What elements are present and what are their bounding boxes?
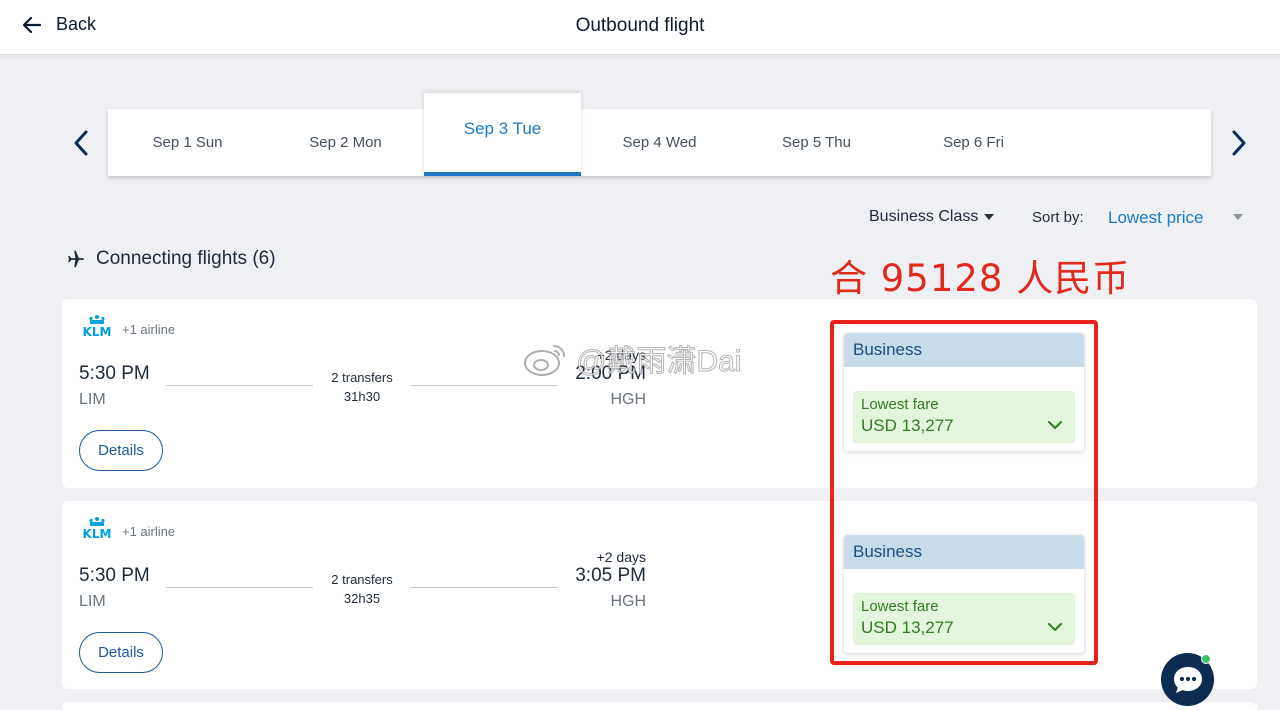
caret-down-icon: [984, 214, 995, 220]
route-line: [166, 587, 313, 588]
chevron-left-icon: [74, 130, 88, 156]
klm-logo-icon: KLM: [83, 517, 112, 539]
arrival-time: 3:05 PM: [575, 565, 646, 586]
arrival-time: 2:00 PM: [575, 363, 646, 384]
online-status-dot: [1201, 654, 1211, 664]
flight-card: KLM +1 airline 5:30 PM LIM 2 transfers 3…: [62, 501, 1257, 689]
caret-down-icon[interactable]: [1233, 214, 1243, 220]
section-heading: Connecting flights (6): [64, 248, 276, 270]
airline-info: KLM +1 airline: [78, 515, 175, 539]
fare-price: USD 13,277: [861, 618, 954, 637]
route-line: [166, 385, 313, 386]
chevron-down-icon[interactable]: [1047, 621, 1063, 633]
airline-info: KLM +1 airline: [78, 313, 175, 337]
next-dates-button[interactable]: [1224, 128, 1252, 158]
sort-select[interactable]: Lowest price: [1108, 208, 1203, 228]
route-line: [411, 587, 558, 588]
flight-duration: 31h30: [343, 389, 381, 404]
departure-time: 5:30 PM: [79, 363, 150, 384]
fare-option[interactable]: Business Lowest fare USD 13,277: [844, 333, 1084, 451]
cabin-class-value: Business Class: [869, 208, 979, 225]
flight-card: KLM +1 airline 5:30 PM LIM 2 transfers 3…: [62, 299, 1257, 488]
svg-text:KLM: KLM: [83, 527, 112, 539]
fare-cabin: Business: [844, 333, 1084, 367]
fare-price: USD 13,277: [861, 416, 954, 435]
price-annotation: 合 95128 人民币: [830, 257, 1131, 300]
departure-airport: LIM: [79, 593, 106, 610]
fare-details: Lowest fare USD 13,277: [853, 593, 1075, 645]
fare-option[interactable]: Business Lowest fare USD 13,277: [844, 535, 1084, 653]
date-tab[interactable]: Sep 6 Fri: [895, 109, 1052, 176]
chat-bubble-icon: [1173, 666, 1202, 693]
date-tab-selected[interactable]: Sep 3 Tue: [424, 93, 581, 176]
route-line: [411, 385, 558, 386]
date-tab[interactable]: Sep 2 Mon: [267, 109, 424, 176]
details-button[interactable]: Details: [79, 430, 163, 471]
transfer-count: 2 transfers: [331, 572, 393, 587]
flight-card-partial: [62, 702, 1257, 710]
airplane-icon: [68, 250, 84, 268]
flight-duration: 32h35: [343, 591, 381, 606]
sort-label: Sort by:: [1032, 209, 1084, 226]
arrival-airport: HGH: [610, 593, 646, 610]
prev-dates-button[interactable]: [68, 128, 96, 158]
date-tab[interactable]: Sep 5 Thu: [738, 109, 895, 176]
svg-text:KLM: KLM: [83, 325, 112, 337]
airline-extra: +1 airline: [122, 524, 176, 539]
departure-time: 5:30 PM: [79, 565, 150, 586]
top-bar: Back Outbound flight: [0, 0, 1280, 55]
airline-extra: +1 airline: [122, 322, 176, 337]
fare-cabin: Business: [844, 535, 1084, 569]
date-tab[interactable]: Sep 1 Sun: [108, 109, 267, 176]
departure-airport: LIM: [79, 391, 106, 408]
fare-label: Lowest fare: [861, 598, 939, 615]
arrival-airport: HGH: [610, 391, 646, 408]
section-title: Connecting flights (6): [96, 248, 276, 269]
transfer-info: 2 transfers 31h30: [314, 368, 410, 406]
transfer-count: 2 transfers: [331, 370, 393, 385]
cabin-class-select[interactable]: Business Class: [869, 208, 995, 226]
arrival-days-offset: +2 days: [596, 347, 646, 363]
date-tab[interactable]: Sep 4 Wed: [581, 109, 738, 176]
details-button[interactable]: Details: [79, 632, 163, 673]
fare-label: Lowest fare: [861, 396, 939, 413]
transfer-info: 2 transfers 32h35: [314, 570, 410, 608]
chevron-right-icon: [1232, 130, 1246, 156]
arrival-days-offset: +2 days: [596, 549, 646, 565]
page-title: Outbound flight: [575, 15, 705, 36]
date-strip: Sep 1 Sun Sep 2 Mon Sep 3 Tue Sep 4 Wed …: [108, 93, 1211, 176]
klm-logo-icon: KLM: [83, 315, 112, 337]
fare-details: Lowest fare USD 13,277: [853, 391, 1075, 443]
chevron-down-icon[interactable]: [1047, 419, 1063, 431]
